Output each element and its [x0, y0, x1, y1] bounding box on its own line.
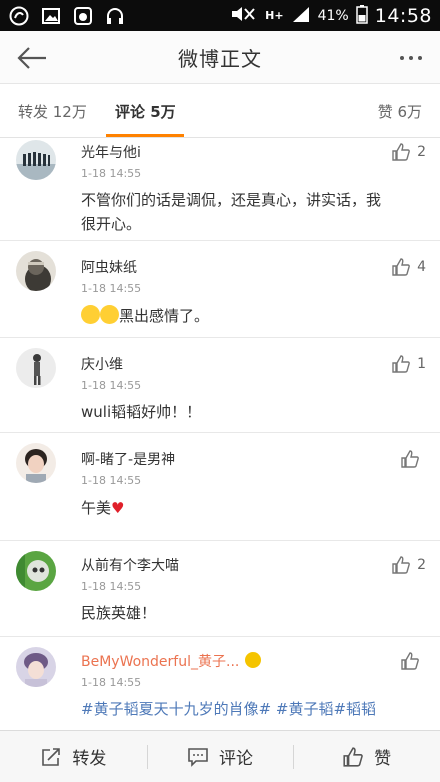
like-post-button[interactable]: 赞: [293, 731, 440, 782]
comment-item[interactable]: 啊-睹了-是男神 1-18 14:55 午美♥: [0, 433, 440, 541]
signal-icon: [291, 5, 311, 27]
mute-icon: [230, 5, 258, 27]
clock: 14:58: [374, 4, 432, 27]
repost-button[interactable]: 转发: [0, 731, 147, 782]
status-bar: H+ 41% 14:58: [0, 0, 440, 31]
thumbs-up-icon: [343, 746, 363, 767]
comment-label: 评论: [219, 749, 253, 769]
battery-icon: [355, 4, 368, 28]
comment-item[interactable]: 庆小维 1-18 14:55 wuli韬韬好帅！！ 1: [0, 338, 440, 433]
back-arrow-icon: [17, 47, 46, 69]
comment-item[interactable]: 从前有个李大喵 1-18 14:55 民族英雄！ 2: [0, 541, 440, 637]
commenter-name[interactable]: 阿虫妹纸: [81, 257, 137, 277]
laughing-emoji-icon: [100, 305, 119, 324]
repost-label: 转发: [72, 749, 107, 769]
avatar[interactable]: [16, 348, 56, 388]
comment-time: 1-18 14:55: [81, 474, 142, 487]
comment-time: 1-18 14:55: [81, 167, 142, 180]
repost-icon: [42, 747, 61, 766]
like-count: 2: [417, 557, 426, 573]
tab-comment[interactable]: 评论 5万: [115, 101, 176, 122]
network-type: H+: [265, 9, 284, 22]
thumbs-up-icon: [392, 258, 410, 276]
commenter-name[interactable]: 庆小维: [81, 354, 123, 374]
thumbs-up-icon: [392, 143, 410, 161]
page-title: 微博正文: [178, 46, 262, 71]
more-options-icon[interactable]: [394, 45, 428, 71]
comment-tabs: 转发 12万 评论 5万 赞 6万: [0, 84, 440, 138]
comment-time: 1-18 14:55: [81, 379, 142, 392]
comment-icon: [188, 747, 208, 767]
like-button[interactable]: 1: [391, 354, 426, 374]
like-button[interactable]: [400, 449, 426, 469]
comment-text: 不管你们的话是调侃，还是真心，讲实话，我很开心。: [81, 191, 382, 233]
back-button[interactable]: [16, 43, 50, 73]
bottom-action-bar: 转发 评论 赞: [0, 730, 440, 782]
comment-text: 午美♥: [81, 499, 125, 517]
comment-text: 黑出感情了。: [81, 304, 391, 328]
comment-item[interactable]: 光年与他i 1-18 14:55 不管你们的话是调侃，还是真心，讲实话，我很开心…: [0, 138, 440, 241]
avatar[interactable]: [16, 251, 56, 291]
comment-time: 1-18 14:55: [81, 580, 142, 593]
commenter-name[interactable]: 从前有个李大喵: [81, 555, 179, 575]
comment-text: wuli韬韬好帅！！: [81, 403, 202, 421]
commenter-name[interactable]: 啊-睹了-是男神: [81, 449, 175, 469]
like-count: 2: [417, 144, 426, 160]
like-label: 赞: [374, 749, 392, 769]
thumbs-up-icon: [401, 652, 419, 670]
like-button[interactable]: 2: [391, 142, 426, 162]
comment-button[interactable]: 评论: [146, 731, 294, 782]
comment-time: 1-18 14:55: [81, 282, 142, 295]
tab-like[interactable]: 赞 6万: [378, 101, 422, 122]
title-bar: 微博正文: [0, 31, 440, 84]
avatar[interactable]: [16, 443, 56, 483]
commenter-name[interactable]: 光年与他i: [81, 142, 141, 162]
comment-text[interactable]: #黄子韬夏天十九岁的肖像# #黄子韬#韬韬: [81, 697, 391, 721]
comment-list[interactable]: 光年与他i 1-18 14:55 不管你们的话是调侃，还是真心，讲实话，我很开心…: [0, 138, 440, 730]
comment-text: 民族英雄！: [81, 604, 157, 622]
comment-item[interactable]: BeMyWonderful_黄子... 1-18 14:55 #黄子韬夏天十九岁…: [0, 637, 440, 730]
gallery-icon: [40, 5, 62, 27]
thumbs-up-icon: [392, 355, 410, 373]
like-button[interactable]: 2: [391, 555, 426, 575]
battery-percent: 41%: [317, 7, 349, 24]
tab-repost[interactable]: 转发 12万: [18, 101, 87, 122]
like-button[interactable]: 4: [391, 257, 426, 277]
comment-time: 1-18 14:55: [81, 676, 142, 689]
thumbs-up-icon: [401, 450, 419, 468]
weibo-notification-icon: [72, 5, 94, 27]
avatar[interactable]: [16, 551, 56, 591]
like-count: 4: [417, 259, 426, 275]
active-tab-indicator: [106, 134, 184, 137]
laughing-emoji-icon: [81, 305, 100, 324]
thumbs-up-icon: [392, 556, 410, 574]
heart-emoji-icon: ♥: [111, 499, 125, 517]
like-count: 1: [417, 356, 426, 372]
comment-item[interactable]: 阿虫妹纸 1-18 14:55 黑出感情了。 4: [0, 241, 440, 338]
commenter-name[interactable]: BeMyWonderful_黄子...: [81, 651, 262, 671]
app-notification-icon: [8, 5, 30, 27]
avatar[interactable]: [16, 647, 56, 687]
like-button[interactable]: [400, 651, 426, 671]
headphones-icon: [104, 5, 126, 27]
avatar[interactable]: [16, 140, 56, 180]
vip-crown-icon: [245, 652, 262, 668]
